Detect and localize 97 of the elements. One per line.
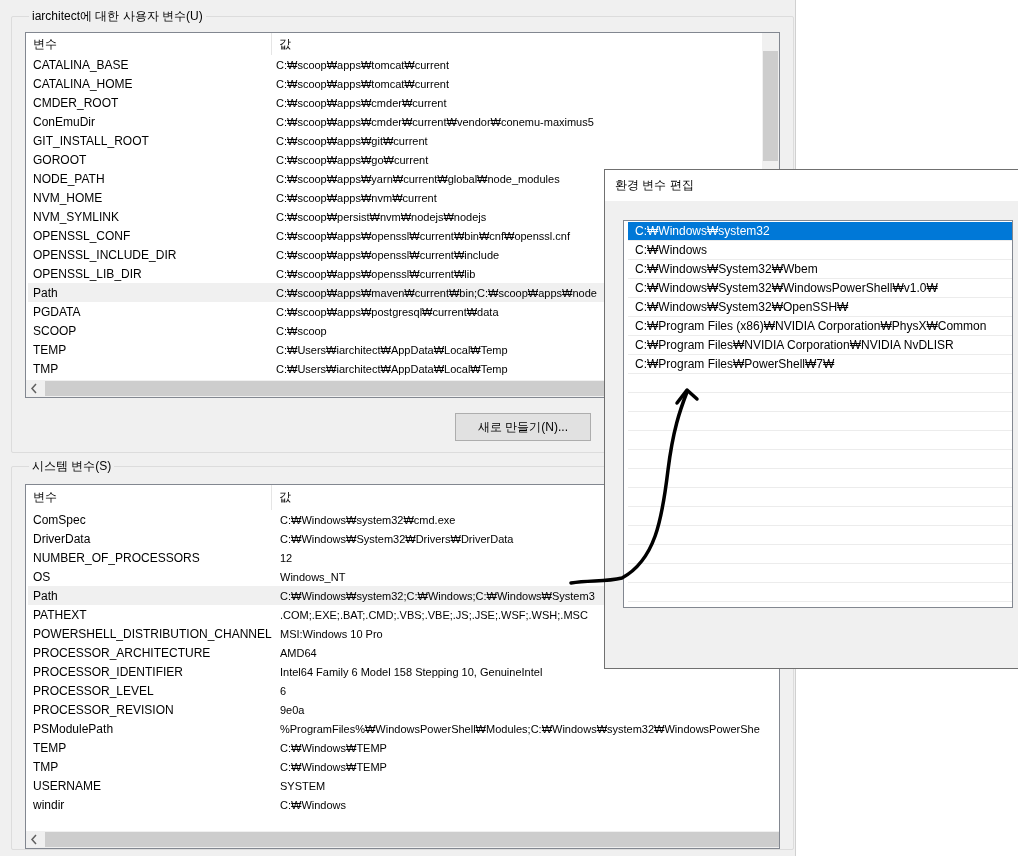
variable-value: C:₩scoop₩apps₩cmder₩current xyxy=(275,96,447,109)
column-header[interactable]: 변수 xyxy=(26,485,272,510)
path-entry[interactable]: C:₩Program Files₩NVIDIA Corporation₩NVIDIA NvDLISR xyxy=(628,336,1012,355)
variable-row[interactable]: CATALINA_HOME C:₩scoop₩apps₩tomcat₩current xyxy=(28,74,760,93)
variable-name: PROCESSOR_REVISION xyxy=(32,702,175,717)
variable-row[interactable]: CMDER_ROOT C:₩scoop₩apps₩cmder₩current xyxy=(28,93,760,112)
variable-name: NVM_HOME xyxy=(32,190,104,205)
variable-value: MSI:Windows 10 Pro xyxy=(279,627,383,640)
variable-value: C:₩scoop₩apps₩cmder₩current₩vendor₩conemu-maximus5 xyxy=(275,115,594,128)
variable-name: OS xyxy=(32,569,52,584)
path-entry[interactable]: C:₩Windows₩System32₩OpenSSH₩ xyxy=(628,298,1012,317)
variable-name: SCOOP xyxy=(32,323,78,338)
variable-value: C:₩scoop₩apps₩openssl₩current₩lib xyxy=(275,267,476,280)
variable-name: CATALINA_BASE xyxy=(32,57,130,72)
variable-row[interactable]: PROCESSOR_LEVEL 6 xyxy=(28,681,777,700)
variable-value: .COM;.EXE;.BAT;.CMD;.VBS;.VBE;.JS;.JSE;.WSF;.WSH;.MSC xyxy=(279,608,588,621)
variable-value: C:₩scoop₩apps₩yarn₩current₩global₩node_modules xyxy=(275,172,560,185)
variable-row[interactable]: windir C:₩Windows xyxy=(28,795,777,814)
column-header[interactable]: 값 xyxy=(272,489,291,506)
variable-value: C:₩scoop₩apps₩openssl₩current₩bin₩cnf₩openssl.cnf xyxy=(275,229,571,242)
variable-name: USERNAME xyxy=(32,778,102,793)
variable-name: PROCESSOR_LEVEL xyxy=(32,683,155,698)
variable-row[interactable]: CATALINA_BASE C:₩scoop₩apps₩tomcat₩current xyxy=(28,55,760,74)
variable-value: C:₩Windows₩system32₩cmd.exe xyxy=(279,513,456,526)
variable-value: C:₩scoop₩apps₩git₩current xyxy=(275,134,428,147)
variable-name: DriverData xyxy=(32,531,92,546)
variable-name: TMP xyxy=(32,759,60,774)
variable-name: NUMBER_OF_PROCESSORS xyxy=(32,550,201,565)
variable-value: C:₩Windows₩TEMP xyxy=(279,760,387,773)
variable-name: windir xyxy=(32,797,66,812)
variable-value: C:₩scoop₩apps₩tomcat₩current xyxy=(275,58,449,71)
variable-value: C:₩Windows xyxy=(279,798,346,811)
variable-value: 6 xyxy=(279,684,287,697)
variable-name: POWERSHELL_DISTRIBUTION_CHANNEL xyxy=(32,626,273,641)
variable-row[interactable]: PSModulePath %ProgramFiles%₩WindowsPowerShell₩Modules;C:₩Windows₩system32₩WindowsPowerShe xyxy=(28,719,777,738)
variable-name: NODE_PATH xyxy=(32,171,106,186)
path-entry[interactable]: C:₩Program Files (x86)₩NVIDIA Corporation₩PhysX₩Common xyxy=(628,317,1012,336)
group-title: iarchitect에 대한 사용자 변수(U) xyxy=(29,8,206,24)
variable-value: C:₩scoop₩apps₩openssl₩current₩include xyxy=(275,248,500,261)
column-header[interactable]: 변수 xyxy=(26,33,272,55)
variable-value: C:₩scoop₩apps₩nvm₩current xyxy=(275,191,437,204)
variable-row[interactable]: PROCESSOR_REVISION 9e0a xyxy=(28,700,777,719)
variable-name: GOROOT xyxy=(32,152,88,167)
variable-value: C:₩Windows₩System32₩Drivers₩DriverData xyxy=(279,532,514,545)
variable-name: TEMP xyxy=(32,740,68,755)
variable-value: C:₩Windows₩TEMP xyxy=(279,741,387,754)
variable-name: OPENSSL_LIB_DIR xyxy=(32,266,143,281)
variable-value: C:₩scoop₩persist₩nvm₩nodejs₩nodejs xyxy=(275,210,487,223)
path-entry[interactable]: C:₩Program Files₩PowerShell₩7₩ xyxy=(628,355,1012,374)
variable-row[interactable]: GOROOT C:₩scoop₩apps₩go₩current xyxy=(28,150,760,169)
variable-name: PSModulePath xyxy=(32,721,115,736)
variable-value: C:₩scoop₩apps₩tomcat₩current xyxy=(275,77,449,90)
variable-value: C:₩Windows₩system32;C:₩Windows;C:₩Windows₩System3 xyxy=(279,589,595,602)
variable-value: 9e0a xyxy=(279,703,305,716)
variable-name: GIT_INSTALL_ROOT xyxy=(32,133,150,148)
variable-row[interactable]: GIT_INSTALL_ROOT C:₩scoop₩apps₩git₩current xyxy=(28,131,760,150)
variable-value: C:₩scoop₩apps₩postgresql₩current₩data xyxy=(275,305,499,318)
variable-name: OPENSSL_INCLUDE_DIR xyxy=(32,247,178,262)
variable-name: NVM_SYMLINK xyxy=(32,209,121,224)
variable-row[interactable]: ConEmuDir C:₩scoop₩apps₩cmder₩current₩vendor₩conemu-maximus5 xyxy=(28,112,760,131)
variable-row[interactable]: TMP C:₩Windows₩TEMP xyxy=(28,757,777,776)
variable-value: %ProgramFiles%₩WindowsPowerShell₩Modules;C:₩Windows₩system32₩WindowsPowerShe xyxy=(279,722,760,735)
group-title: 시스템 변수(S) xyxy=(29,458,115,474)
variable-name: TEMP xyxy=(32,342,68,357)
column-header[interactable]: 값 xyxy=(272,35,291,53)
variable-name: PGDATA xyxy=(32,304,82,319)
variable-value: C:₩Users₩iarchitect₩AppData₩Local₩Temp xyxy=(275,343,508,356)
path-entry[interactable]: C:₩Windows₩system32 xyxy=(628,222,1012,241)
variable-name: ConEmuDir xyxy=(32,114,96,129)
variable-name: CMDER_ROOT xyxy=(32,95,120,110)
variable-name: Path xyxy=(32,588,59,603)
variable-name: CATALINA_HOME xyxy=(32,76,134,91)
variable-row[interactable]: USERNAME SYSTEM xyxy=(28,776,777,795)
path-entry[interactable]: C:₩Windows₩System32₩Wbem xyxy=(628,260,1012,279)
path-entry[interactable]: C:₩Windows xyxy=(628,241,1012,260)
new-button[interactable]: 새로 만들기(N)... xyxy=(455,413,591,441)
variable-row[interactable]: PROCESSOR_IDENTIFIER Intel64 Family 6 Model 158 Stepping 10, GenuineIntel xyxy=(28,662,777,681)
path-entry[interactable]: C:₩Windows₩System32₩WindowsPowerShell₩v1.0₩ xyxy=(628,279,1012,298)
variable-name: OPENSSL_CONF xyxy=(32,228,132,243)
variable-name: Path xyxy=(32,285,59,300)
variable-name: TMP xyxy=(32,361,60,376)
variable-value: C:₩scoop₩apps₩go₩current xyxy=(275,153,429,166)
variable-name: PROCESSOR_ARCHITECTURE xyxy=(32,645,212,660)
variable-name: PATHEXT xyxy=(32,607,88,622)
variable-value: SYSTEM xyxy=(279,779,326,792)
variable-value: C:₩scoop₩apps₩maven₩current₩bin;C:₩scoop₩apps₩node xyxy=(275,286,597,299)
variable-value: Windows_NT xyxy=(279,570,346,583)
dialog-title: 환경 변수 편집 xyxy=(605,170,1018,201)
variable-name: PROCESSOR_IDENTIFIER xyxy=(32,664,185,679)
variable-value: AMD64 xyxy=(279,646,317,659)
variable-value: C:₩Users₩iarchitect₩AppData₩Local₩Temp xyxy=(275,362,508,375)
variable-value: C:₩scoop xyxy=(275,324,327,337)
variable-value: Intel64 Family 6 Model 158 Stepping 10, GenuineIntel xyxy=(279,665,543,678)
variable-value: 12 xyxy=(279,551,293,564)
variable-name: ComSpec xyxy=(32,512,87,527)
horizontal-scrollbar[interactable] xyxy=(26,831,779,848)
variable-row[interactable]: TEMP C:₩Windows₩TEMP xyxy=(28,738,777,757)
